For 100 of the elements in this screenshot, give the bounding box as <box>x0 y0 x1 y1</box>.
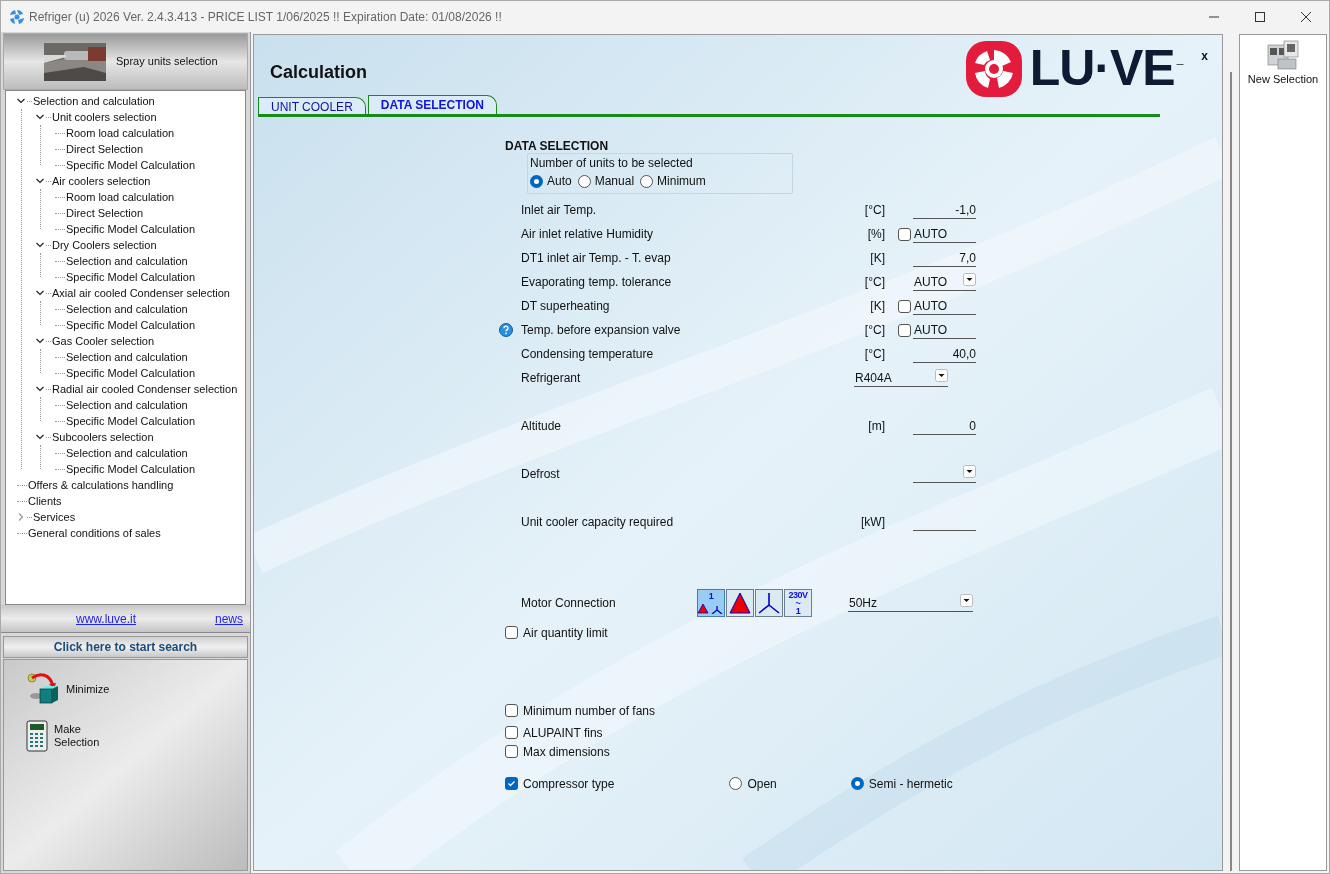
tree-item[interactable]: Services <box>33 508 76 526</box>
radio-label: Auto <box>547 173 572 190</box>
search-button[interactable]: Click here to start search <box>3 636 248 658</box>
radio-button[interactable] <box>530 174 543 188</box>
field-label: Altitude <box>521 418 563 435</box>
tree-item[interactable]: Specific Model Calculation <box>66 220 195 238</box>
checkbox[interactable] <box>505 704 518 717</box>
tree-item[interactable]: Selection and calculation <box>66 300 188 318</box>
new-selection-button[interactable]: New Selection <box>1247 39 1319 88</box>
tree-item[interactable]: Selection and calculation <box>33 92 155 110</box>
tree-item[interactable]: Specific Model Calculation <box>66 412 195 430</box>
caret-icon <box>963 465 976 478</box>
help-icon[interactable] <box>499 323 513 337</box>
checkbox[interactable] <box>505 726 518 739</box>
tree-item[interactable]: Axial air cooled Condenser selection <box>52 284 230 302</box>
field-label: Air inlet relative Humidity <box>521 226 655 243</box>
tree-item[interactable]: Selection and calculation <box>66 348 188 366</box>
triangle-icon <box>728 592 752 614</box>
tree-item[interactable]: Subcoolers selection <box>52 428 154 446</box>
unit-label: [kW] <box>860 514 885 531</box>
tree-item[interactable]: Gas Cooler selection <box>52 332 155 350</box>
field-label: Unit cooler capacity required <box>521 514 675 531</box>
checkbox-label: Max dimensions <box>523 743 610 761</box>
tree-item[interactable]: General conditions of sales <box>28 524 161 542</box>
field-label: DT superheating <box>521 298 611 315</box>
checkbox[interactable] <box>505 626 518 639</box>
delta-button[interactable] <box>726 589 754 617</box>
input-field[interactable]: AUTO <box>913 225 976 243</box>
tree-item[interactable]: Specific Model Calculation <box>66 316 195 334</box>
single-phase-button[interactable]: 230V ~ 1 <box>784 589 812 617</box>
tree-item[interactable]: Specific Model Calculation <box>66 460 195 478</box>
star-button[interactable] <box>755 589 783 617</box>
field-label: Inlet air Temp. <box>521 202 598 219</box>
star-delta-button[interactable]: 1 <box>697 589 725 617</box>
tree-item[interactable]: Offers & calculations handling <box>28 476 174 494</box>
minimize-button[interactable]: Minimize <box>26 672 247 706</box>
minimize-button[interactable]: _ <box>1176 49 1184 67</box>
news-link[interactable]: news <box>215 609 243 628</box>
tree-item[interactable]: Dry Coolers selection <box>52 236 157 254</box>
input-field[interactable]: AUTO <box>913 321 976 339</box>
unit-label: [K] <box>869 298 885 315</box>
tree-item[interactable]: Selection and calculation <box>66 396 188 414</box>
window-title: Refriger (u) 2026 Ver. 2.4.3.413 - PRICE LIST 1/06/2025 !! Expiration Date: 01/08/2026 !! <box>29 8 502 26</box>
radio-button[interactable] <box>577 174 591 188</box>
field-label: Temp. before expansion valve <box>521 322 682 339</box>
input-field[interactable]: 0 <box>913 417 976 435</box>
tree-item[interactable]: Selection and calculation <box>66 444 188 462</box>
tree-item[interactable]: Unit coolers selection <box>52 108 157 126</box>
website-link[interactable]: www.luve.it <box>76 609 137 628</box>
chevron-down-icon[interactable] <box>35 176 45 186</box>
tree-item[interactable]: Specific Model Calculation <box>66 364 195 382</box>
unit-label: [°C] <box>863 322 885 339</box>
tree-item[interactable]: Room load calculation <box>66 188 175 206</box>
chevron-down-icon[interactable] <box>35 336 45 346</box>
unit-label: [m] <box>867 418 885 435</box>
caret-icon <box>963 273 976 286</box>
tab[interactable]: UNIT COOLER <box>258 97 366 114</box>
logo-text: LU·VE <box>1029 39 1175 97</box>
checkbox[interactable] <box>898 299 911 313</box>
input-field[interactable]: -1,0 <box>913 201 976 219</box>
calculator-button[interactable]: Make Selection <box>26 720 247 752</box>
logo-icon <box>963 38 1024 100</box>
tree-item[interactable]: Direct Selection <box>66 204 144 222</box>
header-panel[interactable]: Spray units selection <box>3 33 248 90</box>
radio-button[interactable] <box>729 777 743 790</box>
tree-item[interactable]: Specific Model Calculation <box>66 156 195 174</box>
chevron-down-icon[interactable] <box>35 432 45 442</box>
tree-item[interactable]: Direct Selection <box>66 140 144 158</box>
input-field[interactable]: AUTO <box>913 297 976 315</box>
tree-item[interactable]: Specific Model Calculation <box>66 268 195 286</box>
radio-button[interactable] <box>640 174 654 188</box>
field-label: Motor Connection <box>521 595 617 612</box>
tree-item[interactable]: Selection and calculation <box>66 252 188 270</box>
close-button[interactable]: x <box>1201 47 1208 65</box>
chevron-down-icon[interactable] <box>35 288 45 298</box>
chevron-down-icon[interactable] <box>35 112 45 122</box>
checkbox[interactable] <box>505 777 518 790</box>
field-label: Refrigerant <box>521 370 582 387</box>
dropdown[interactable]: AUTO <box>913 273 976 291</box>
checkbox-label: ALUPAINT fins <box>523 724 603 742</box>
input-field[interactable]: 40,0 <box>913 345 976 363</box>
chevron-down-icon[interactable] <box>16 96 26 106</box>
checkbox[interactable] <box>505 745 518 758</box>
chevron-down-icon[interactable] <box>35 384 45 394</box>
star-connection-icon <box>757 592 781 614</box>
dropdown[interactable] <box>913 465 976 483</box>
chevron-down-icon[interactable] <box>35 240 45 250</box>
checkbox[interactable] <box>898 227 911 241</box>
tree-item[interactable]: Clients <box>28 492 62 510</box>
radio-button[interactable] <box>850 777 864 790</box>
dropdown[interactable]: R404A <box>854 369 948 387</box>
tab[interactable]: DATA SELECTION <box>367 95 497 114</box>
calculator-icon <box>26 720 48 752</box>
input-field[interactable]: 7,0 <box>913 249 976 267</box>
dropdown[interactable]: 50Hz <box>848 594 973 612</box>
tree-item[interactable]: Room load calculation <box>66 124 175 142</box>
tree-item[interactable]: Air coolers selection <box>52 172 151 190</box>
checkbox[interactable] <box>898 323 911 337</box>
radio-label: Minimum <box>657 173 706 190</box>
tree-item[interactable]: Radial air cooled Condenser selection <box>52 380 238 398</box>
